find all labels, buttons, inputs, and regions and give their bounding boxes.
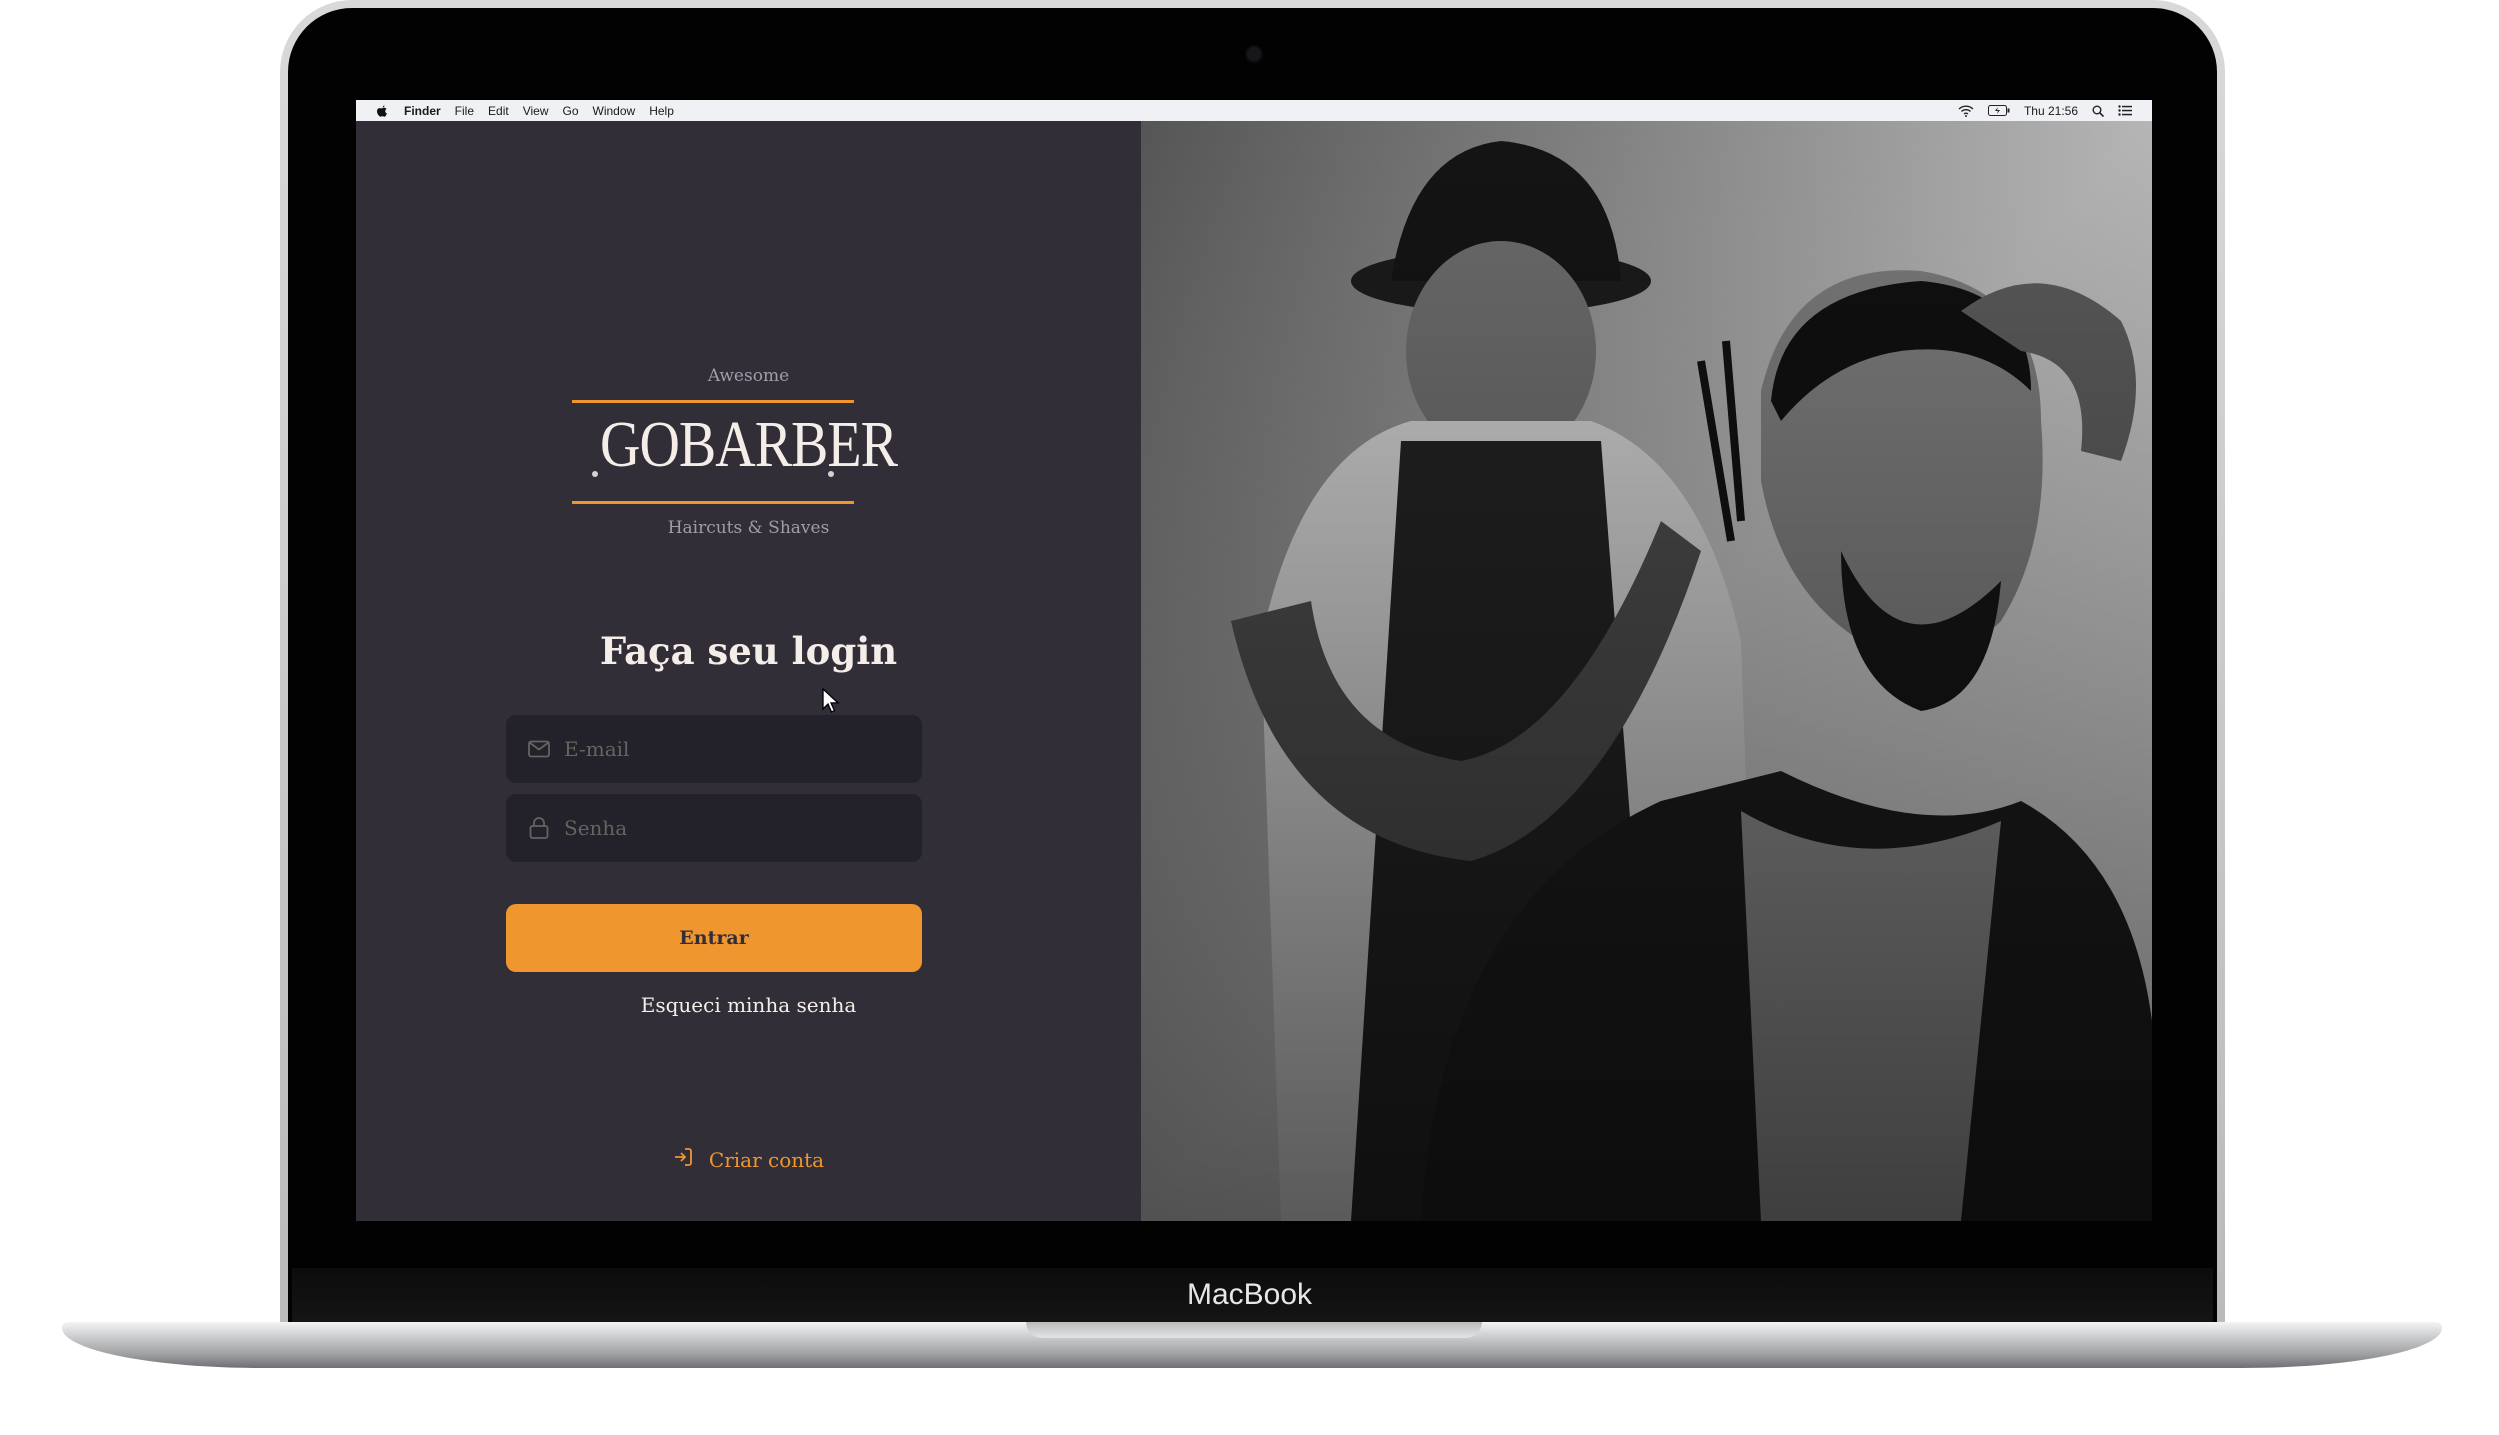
battery-icon[interactable] xyxy=(1987,105,2010,116)
menu-help[interactable]: Help xyxy=(649,104,674,118)
barber-photo-illustration xyxy=(1141,121,2152,1221)
notification-center-icon[interactable] xyxy=(2118,105,2132,116)
wifi-icon[interactable] xyxy=(1958,104,1974,117)
logo-wordmark: GOBARBER xyxy=(600,408,898,482)
page-title: Faça seu login xyxy=(599,629,898,673)
screen: Finder File Edit View Go Window Help Thu… xyxy=(356,100,2152,1221)
laptop-notch xyxy=(1026,1322,1482,1338)
forgot-password-link[interactable]: Esqueci minha senha xyxy=(356,993,1141,1017)
email-input[interactable] xyxy=(562,736,896,762)
apple-menu-icon[interactable] xyxy=(376,105,388,117)
logo-ornament-right xyxy=(828,471,834,477)
menu-edit[interactable]: Edit xyxy=(488,104,509,118)
menu-go[interactable]: Go xyxy=(563,104,579,118)
login-panel: Awesome GOBARBER Haircuts & Shaves Faça … xyxy=(356,121,1141,1221)
lock-icon xyxy=(528,817,550,839)
barber-photo xyxy=(1141,121,2152,1221)
password-input[interactable] xyxy=(562,815,896,841)
menu-file[interactable]: File xyxy=(455,104,474,118)
logo-divider-top xyxy=(572,400,854,403)
logo-divider-bottom xyxy=(572,501,854,504)
email-field[interactable] xyxy=(506,715,922,783)
login-submit-button[interactable]: Entrar xyxy=(506,904,922,972)
logo-tagline-bottom: Haircuts & Shaves xyxy=(667,518,830,538)
menu-view[interactable]: View xyxy=(523,104,549,118)
menu-app-finder[interactable]: Finder xyxy=(404,104,441,118)
log-in-icon xyxy=(673,1147,693,1172)
menu-window[interactable]: Window xyxy=(593,104,636,118)
clock-text[interactable]: Thu 21:56 xyxy=(2024,104,2078,118)
mouse-cursor-icon xyxy=(822,687,840,718)
camera-icon xyxy=(1245,45,1263,63)
create-account-label: Criar conta xyxy=(708,1147,825,1172)
create-account-link[interactable]: Criar conta xyxy=(356,1147,1141,1172)
laptop-brand-label: MacBook xyxy=(1186,1278,1313,1311)
spotlight-search-icon[interactable] xyxy=(2092,105,2104,117)
macos-menubar: Finder File Edit View Go Window Help Thu… xyxy=(356,100,2152,121)
logo-tagline-top: Awesome xyxy=(707,366,790,386)
mail-icon xyxy=(528,738,550,760)
password-field[interactable] xyxy=(506,794,922,862)
